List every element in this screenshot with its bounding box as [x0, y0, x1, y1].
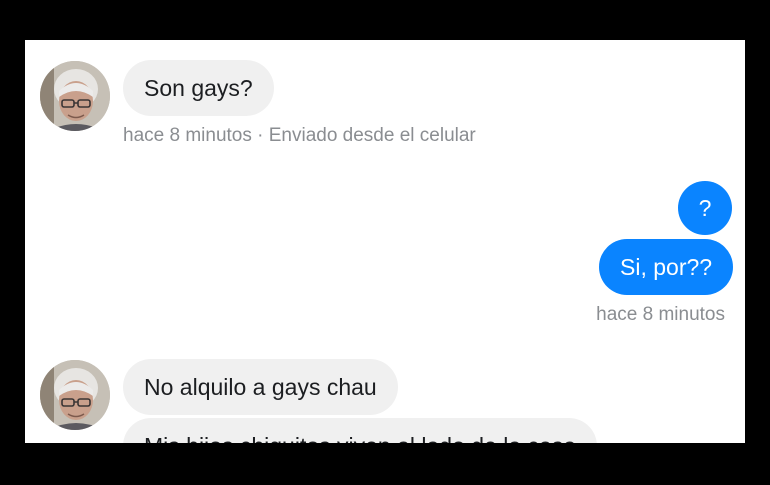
contact-avatar[interactable] [40, 360, 110, 430]
message-text: Mis hijos chiquitos viven al lado de la … [144, 433, 576, 443]
message-text: No alquilo a gays chau [144, 374, 377, 400]
message-timestamp: hace 8 minutos [596, 304, 725, 325]
person-avatar-icon [40, 360, 110, 430]
contact-avatar[interactable] [40, 61, 110, 131]
incoming-message-bubble[interactable]: No alquilo a gays chau [123, 359, 398, 415]
incoming-message-bubble[interactable]: Mis hijos chiquitos viven al lado de la … [123, 418, 598, 443]
message-text: Son gays? [144, 75, 253, 101]
message-timestamp: hace 8 minutos · Enviado desde el celula… [123, 125, 476, 146]
chat-screen: Son gays? hace 8 minutos · Enviado desde… [25, 40, 745, 443]
outgoing-message-bubble[interactable]: ? [678, 181, 732, 235]
outgoing-message-bubble[interactable]: Si, por?? [599, 239, 734, 295]
message-text: Si, por?? [620, 254, 713, 280]
person-avatar-icon [40, 61, 110, 131]
incoming-message-bubble[interactable]: Son gays? [123, 60, 274, 116]
message-text: ? [698, 195, 712, 221]
